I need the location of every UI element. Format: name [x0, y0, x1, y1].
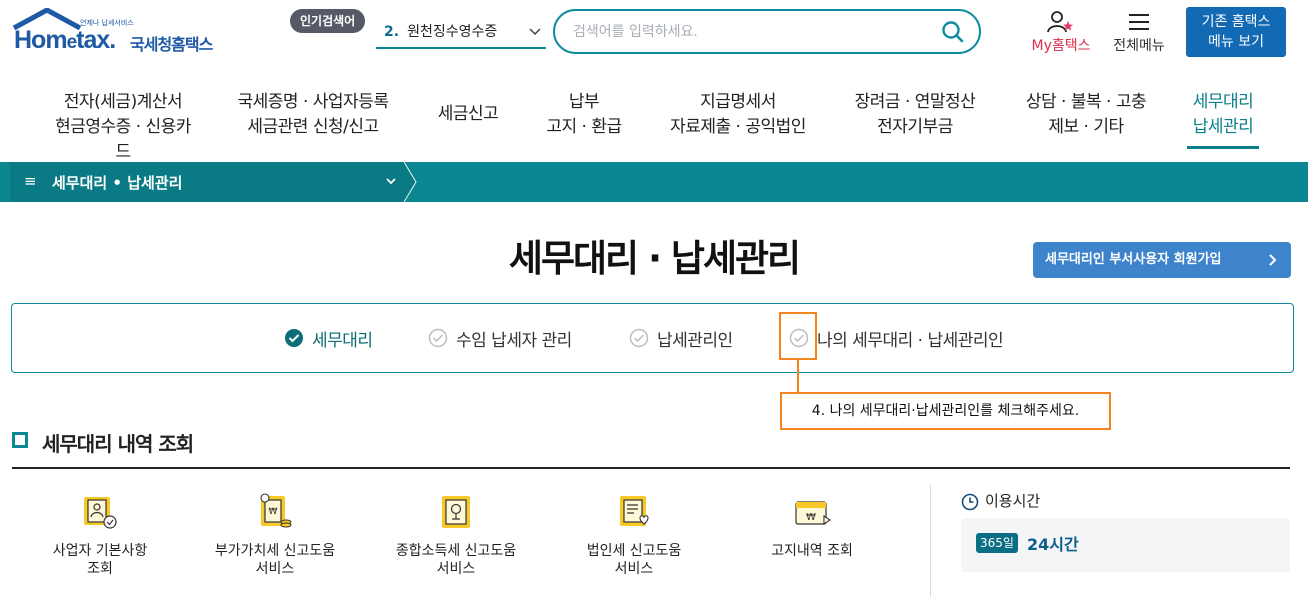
breadcrumb-title: 세무대리 • 납세관리 [52, 174, 183, 192]
clock-icon [961, 493, 979, 510]
all-menu-button[interactable]: 전체메뉴 [1108, 10, 1170, 56]
service-notice-inquiry[interactable]: ₩ 고지내역 조회 [742, 492, 882, 560]
popular-rank: 2. [384, 24, 400, 40]
my-hometax-button[interactable]: My홈택스 [1026, 10, 1096, 56]
nav-item-consultation[interactable]: 상담 · 불복 · 고충 제보 · 기타 [1016, 90, 1156, 140]
search-input[interactable] [573, 21, 913, 43]
nav-item-payment[interactable]: 납부 고지 · 환급 [536, 90, 632, 140]
notice-bill-icon: ₩ [795, 501, 831, 526]
logo-wordmark: Hometax. [14, 26, 116, 54]
popular-search-badge: 인기검색어 [290, 9, 366, 33]
income-tax-doc-icon [442, 496, 470, 528]
callout-highlight [779, 312, 817, 360]
service-corp-tax-help[interactable]: 법인세 신고도움 서비스 [564, 492, 704, 578]
popular-term: 원천징수영수증 [407, 24, 498, 40]
service-income-tax-help[interactable]: 종합소득세 신고도움 서비스 [386, 492, 526, 578]
section-title: 세무대리 내역 조회 [42, 432, 194, 456]
breadcrumb-arrow-icon [404, 162, 417, 202]
nav-item-tax-filing[interactable]: 세금신고 [428, 90, 508, 127]
usage-time-title: 이용시간 [961, 490, 1040, 511]
old-menu-button[interactable]: 기존 홈택스 메뉴 보기 [1186, 7, 1286, 57]
menu-lines-icon: ≡ [24, 172, 37, 190]
nav-item-incentive[interactable]: 장려금 · 연말정산 전자기부금 [845, 90, 985, 140]
section-divider [12, 467, 1290, 469]
logo-korean-name: 국세청홈택스 [130, 35, 213, 54]
check-circle-icon [629, 328, 649, 348]
nav-item-certificates[interactable]: 국세증명 · 사업자등록 세금관련 신청/신고 [230, 90, 396, 140]
agent-dept-user-join-button[interactable]: 세무대리인 부서사용자 회원가입 [1033, 242, 1291, 278]
search-icon[interactable] [941, 20, 965, 44]
main-navigation: 전자(세금)계산서 현금영수증 · 신용카드 국세증명 · 사업자등록 세금관련 신… [0, 90, 1308, 162]
my-hometax-label: My홈택스 [1031, 38, 1091, 54]
hamburger-icon [1129, 14, 1149, 30]
callout-instruction: 4. 나의 세무대리·납세관리인를 체크해주세요. [780, 392, 1111, 430]
breadcrumb: ≡ 세무대리 • 납세관리 [0, 162, 1308, 202]
vat-doc-icon: ₩ [260, 493, 292, 528]
search-box [553, 9, 981, 54]
hometax-logo[interactable]: 언제나 납세서비스 Hometax. 국세청홈택스 [12, 8, 227, 58]
usage-days-badge: 365일 [976, 533, 1018, 553]
check-circle-filled-icon [285, 329, 303, 347]
corp-tax-doc-icon [620, 496, 649, 526]
user-icon [1047, 11, 1073, 33]
chevron-down-icon [385, 171, 397, 194]
svg-text:₩: ₩ [269, 507, 278, 517]
service-business-info[interactable]: 사업자 기본사항 조회 [30, 492, 170, 578]
chevron-right-icon [1267, 242, 1277, 291]
callout-connector [797, 360, 799, 392]
all-menu-label: 전체메뉴 [1113, 38, 1165, 54]
service-vat-help[interactable]: ₩ 부가가치세 신고도움 서비스 [205, 492, 345, 578]
business-doc-icon [84, 497, 117, 529]
nav-item-e-invoice[interactable]: 전자(세금)계산서 현금영수증 · 신용카드 [48, 90, 198, 165]
usage-time-box: 365일 24시간 [961, 518, 1290, 572]
nav-item-payment-statement[interactable]: 지급명세서 자료제출 · 공익법인 [660, 90, 816, 140]
vertical-divider [930, 485, 931, 597]
check-circle-icon [428, 328, 448, 348]
svg-text:₩: ₩ [806, 512, 816, 523]
usage-hours-value: 24시간 [1027, 535, 1079, 554]
popular-search-select[interactable]: 2. 원천징수영수증 [376, 18, 546, 49]
nav-item-tax-agent[interactable]: 세무대리 납세관리 [1187, 90, 1259, 149]
chevron-down-icon [528, 18, 542, 57]
agent-type-tabs: 세무대리 수임 납세자 관리 납세관리인 나의 세무대리 · 납세관리인 [11, 303, 1294, 373]
